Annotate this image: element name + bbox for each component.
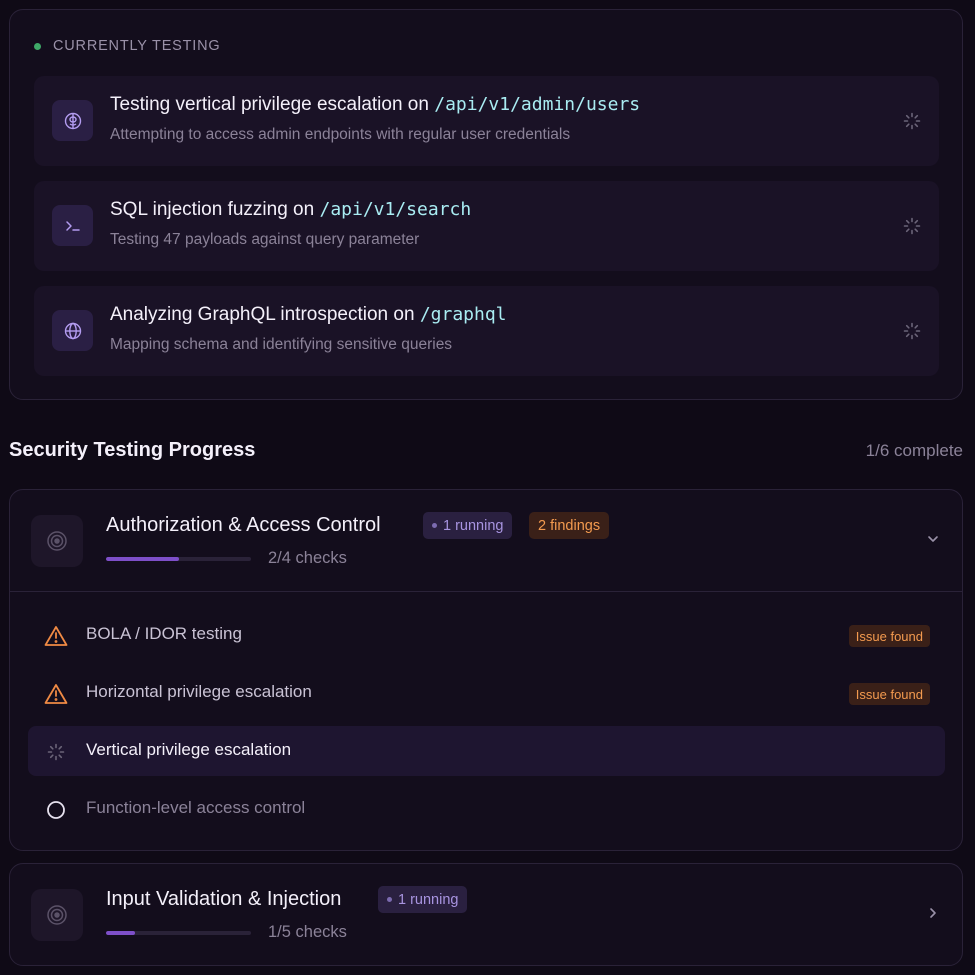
chevron-down-icon[interactable] <box>926 532 940 551</box>
radar-icon <box>31 889 83 941</box>
warning-icon <box>44 682 68 706</box>
category-progress-bar <box>106 557 251 561</box>
loading-spinner-icon <box>903 112 921 135</box>
active-test-title-text: Analyzing GraphQL introspection on <box>110 304 420 325</box>
active-test-title: Testing vertical privilege escalation on… <box>110 94 640 116</box>
category-name: Authorization & Access Control <box>106 514 381 536</box>
active-test-title: Analyzing GraphQL introspection on /grap… <box>110 304 507 326</box>
category-card-authorization: Authorization & Access Control 1 running… <box>9 489 963 851</box>
active-test-description: Testing 47 payloads against query parame… <box>110 231 420 248</box>
category-name: Input Validation & Injection <box>106 888 342 910</box>
radar-icon <box>31 515 83 567</box>
active-test-description: Attempting to access admin endpoints wit… <box>110 126 571 143</box>
running-dot <box>432 523 437 528</box>
endpoint-path: /api/v1/admin/users <box>434 94 641 115</box>
running-badge-label: 1 running <box>443 517 504 534</box>
issue-found-badge: Issue found <box>848 683 930 705</box>
currently-testing-panel: CURRENTLY TESTING Testing vertical privi… <box>9 9 963 400</box>
checks-count: 1/5 checks <box>268 923 347 941</box>
check-label: Function-level access control <box>86 798 306 817</box>
category-card-input-validation: Input Validation & Injection 1 running 1… <box>9 863 963 966</box>
chevron-right-icon[interactable] <box>926 906 940 925</box>
running-dot <box>387 897 392 902</box>
active-test-title: SQL injection fuzzing on /api/v1/search <box>110 199 471 221</box>
check-row-bola[interactable]: BOLA / IDOR testing Issue found <box>28 610 945 660</box>
pending-circle-icon <box>44 798 68 822</box>
active-test-title-text: SQL injection fuzzing on <box>110 199 320 220</box>
category-progress-fill <box>106 931 135 935</box>
category-header[interactable]: Authorization & Access Control 1 running… <box>10 490 962 591</box>
running-badge: 1 running <box>423 512 513 539</box>
loading-spinner-icon <box>44 740 68 764</box>
warning-icon <box>44 624 68 648</box>
currently-testing-label: CURRENTLY TESTING <box>53 38 221 54</box>
category-progress-bar <box>106 931 251 935</box>
running-badge-label: 1 running <box>398 891 459 908</box>
check-label: Horizontal privilege escalation <box>86 682 312 701</box>
category-header[interactable]: Input Validation & Injection 1 running 1… <box>10 864 962 965</box>
currently-testing-header: CURRENTLY TESTING <box>34 38 221 54</box>
progress-title: Security Testing Progress <box>9 439 256 461</box>
check-list: BOLA / IDOR testing Issue found Horizont… <box>10 592 962 850</box>
endpoint-path: /api/v1/search <box>319 199 472 220</box>
active-test-item[interactable]: SQL injection fuzzing on /api/v1/search … <box>34 181 939 271</box>
check-row-horizontal-escalation[interactable]: Horizontal privilege escalation Issue fo… <box>28 668 945 718</box>
active-test-item[interactable]: Testing vertical privilege escalation on… <box>34 76 939 166</box>
checks-count: 2/4 checks <box>268 549 347 567</box>
check-label: Vertical privilege escalation <box>86 740 292 759</box>
check-label: BOLA / IDOR testing <box>86 624 242 643</box>
check-row-vertical-escalation[interactable]: Vertical privilege escalation <box>28 726 945 776</box>
category-progress-fill <box>106 557 179 561</box>
active-test-title-text: Testing vertical privilege escalation on <box>110 94 435 115</box>
findings-badge: 2 findings <box>529 512 610 539</box>
globe-icon <box>52 310 93 351</box>
active-test-description: Mapping schema and identifying sensitive… <box>110 336 453 353</box>
issue-found-badge: Issue found <box>848 625 930 647</box>
loading-spinner-icon <box>903 217 921 240</box>
loading-spinner-icon <box>903 322 921 345</box>
live-status-dot <box>34 42 41 50</box>
endpoint-path: /graphql <box>419 304 507 325</box>
active-test-item[interactable]: Analyzing GraphQL introspection on /grap… <box>34 286 939 376</box>
brain-icon <box>52 100 93 141</box>
check-row-function-level[interactable]: Function-level access control <box>28 784 945 834</box>
running-badge: 1 running <box>378 886 468 913</box>
terminal-icon <box>52 205 93 246</box>
security-testing-page: CURRENTLY TESTING Testing vertical privi… <box>0 0 975 975</box>
progress-count: 1/6 complete <box>865 441 963 460</box>
